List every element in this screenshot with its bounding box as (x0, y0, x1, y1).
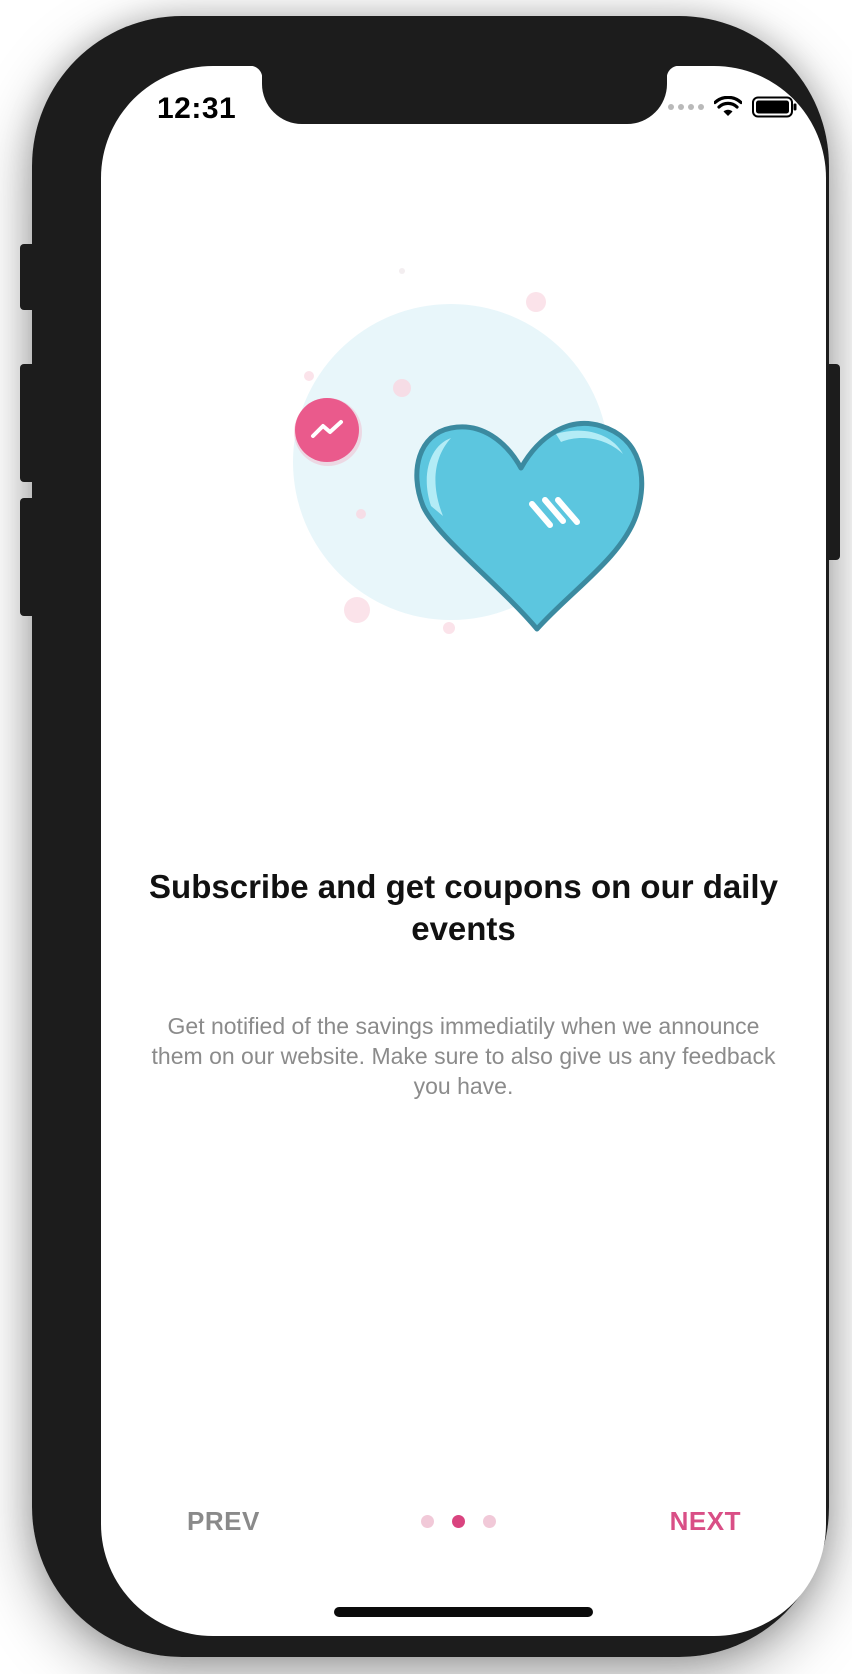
phone-frame: 12:31 Subscribe and get coupons on our d… (32, 16, 829, 1657)
wifi-icon (714, 96, 742, 116)
page-indicator (421, 1515, 496, 1528)
phone-screen: 12:31 Subscribe and get coupons on our d… (101, 66, 826, 1636)
next-button[interactable]: NEXT (670, 1506, 741, 1537)
page-dot-3[interactable] (483, 1515, 496, 1528)
decor-dot (344, 597, 370, 623)
prev-button[interactable]: PREV (187, 1506, 260, 1537)
decor-dot (443, 622, 455, 634)
decor-dot (526, 292, 546, 312)
onboarding-title: Subscribe and get coupons on our daily e… (149, 868, 778, 947)
decor-dot (356, 509, 366, 519)
messenger-icon (294, 398, 362, 466)
decor-dot (399, 268, 405, 274)
decor-dot (393, 379, 411, 397)
decor-dot (304, 371, 314, 381)
status-icons (668, 96, 798, 118)
app-stage: 12:31 Subscribe and get coupons on our d… (0, 0, 852, 1674)
battery-icon (752, 96, 797, 118)
status-time: 12:31 (157, 92, 237, 125)
page-dot-1[interactable] (421, 1515, 434, 1528)
onboarding-description: Get notified of the savings immediatily … (151, 1013, 776, 1099)
onboarding-illustration (293, 268, 645, 634)
cellular-signal-icon (668, 104, 704, 110)
phone-notch (250, 66, 679, 124)
page-dot-2-active[interactable] (452, 1515, 465, 1528)
home-indicator[interactable] (334, 1607, 593, 1617)
